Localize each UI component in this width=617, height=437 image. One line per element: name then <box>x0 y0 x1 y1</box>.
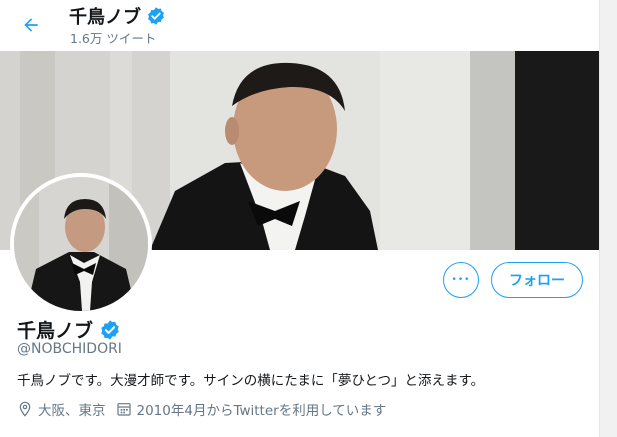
verified-badge-icon <box>148 7 164 25</box>
profile-handle: @NOBCHIDORI <box>17 341 122 357</box>
header-name-row: 千鳥ノブ <box>69 3 166 29</box>
verified-badge-icon <box>101 319 119 340</box>
profile-location: 大阪、東京 <box>38 403 106 419</box>
tweet-count: 1.6万 ツイート <box>70 31 157 46</box>
calendar-icon <box>116 401 132 417</box>
profile-bio: 千鳥ノブです。大漫才師です。サインの横にたまに「夢ひとつ」と添えます。 <box>17 373 485 389</box>
top-bar: 千鳥ノブ 1.6万 ツイート <box>0 0 599 52</box>
more-options-button[interactable]: ••• <box>443 262 479 298</box>
location-pin-icon <box>17 401 33 417</box>
profile-avatar[interactable] <box>10 173 152 315</box>
profile-name-row: 千鳥ノブ <box>17 316 121 343</box>
more-horizontal-icon: ••• <box>451 275 471 285</box>
profile-name: 千鳥ノブ <box>17 320 94 342</box>
profile-joined-date: 2010年4月からTwitterを利用しています <box>136 403 387 419</box>
back-button[interactable] <box>16 10 46 40</box>
follow-button[interactable]: フォロー <box>491 262 583 298</box>
scrollbar[interactable] <box>599 0 617 437</box>
header-name: 千鳥ノブ <box>69 7 141 28</box>
profile-meta: 大阪、東京 2010年4月からTwitterを利用しています <box>17 399 386 419</box>
arrow-left-icon <box>24 18 38 32</box>
